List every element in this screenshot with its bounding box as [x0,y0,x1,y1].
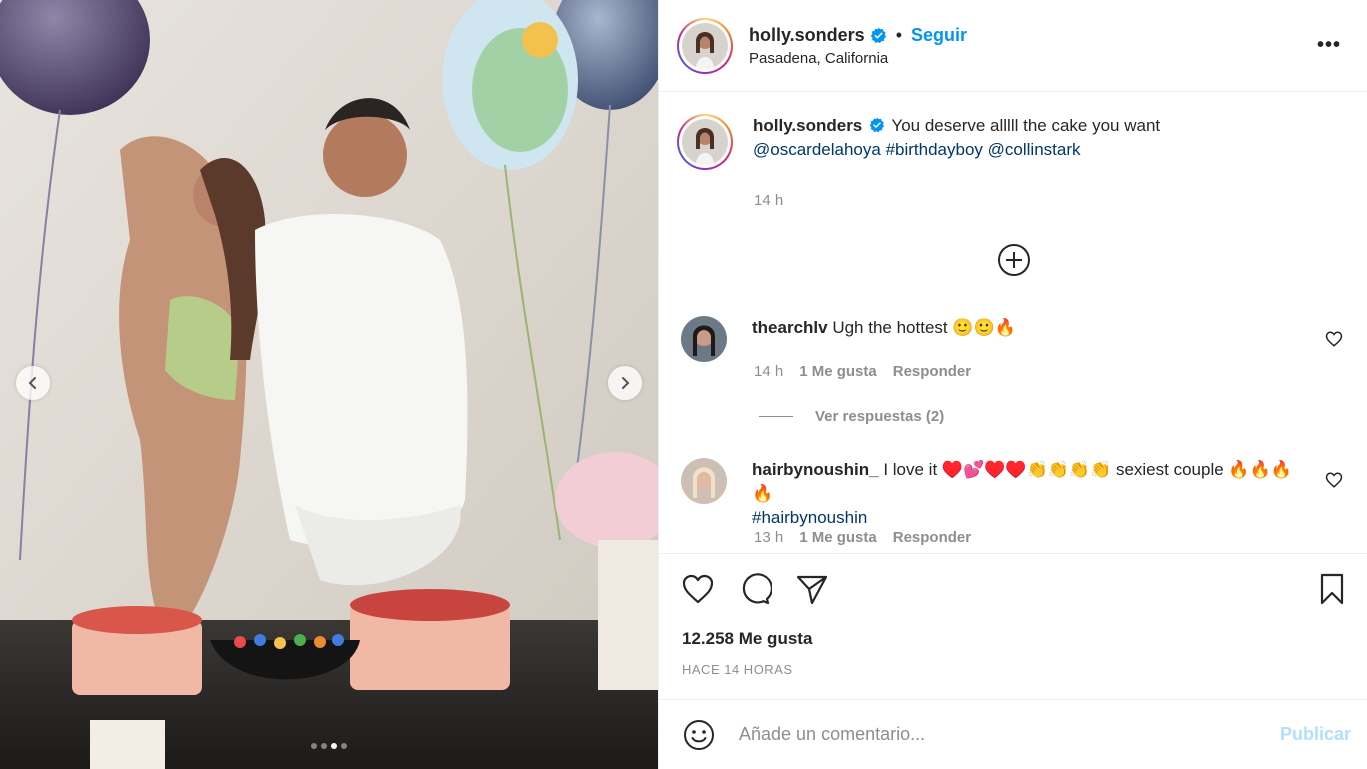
caption-time: 14 h [754,192,784,209]
comment-icon[interactable] [738,572,772,606]
post-actions: 12.258 Me gusta HACE 14 HORAS [659,553,1367,699]
caption-username[interactable]: holly.sonders [753,116,862,135]
post-caption: holly.sonders You deserve alllll the cak… [677,114,1313,170]
comment-text: Ugh the hottest 🙂🙂🔥 [832,318,1016,337]
caption-avatar-image [682,119,728,165]
caption-avatar[interactable] [677,114,733,170]
post-timestamp[interactable]: HACE 14 HORAS [682,662,793,677]
author-username[interactable]: holly.sonders [749,25,865,46]
more-options-icon[interactable]: ••• [1317,34,1341,57]
comment-likes[interactable]: 1 Me gusta [799,363,877,380]
commenter-avatar[interactable] [681,458,727,504]
comment-username[interactable]: hairbynoushin_ [752,460,879,479]
comment-likes[interactable]: 1 Me gusta [799,529,877,546]
heart-icon[interactable] [1325,471,1343,489]
verified-badge-icon [869,117,885,133]
chevron-left-icon [28,377,36,389]
author-avatar[interactable] [677,17,733,74]
emoji-icon[interactable] [683,719,715,751]
comment-meta: 14 h 1 Me gusta Responder [754,363,971,380]
reply-button[interactable]: Responder [893,363,971,380]
author-avatar-image [682,22,728,69]
caption-hashtag[interactable]: #birthdayboy [886,140,983,159]
likes-count[interactable]: 12.258 Me gusta [682,629,812,649]
post-media[interactable] [0,0,658,769]
carousel-dot-active [331,743,337,749]
caption-mention[interactable]: @oscardelahoya [753,140,881,159]
comment-time: 14 h [754,363,784,380]
comment-meta: 13 h 1 Me gusta Responder [754,529,971,546]
post-photo [0,0,658,769]
bookmark-icon[interactable] [1315,572,1349,606]
view-replies-button[interactable]: Ver respuestas (2) [759,408,944,425]
comment-item: thearchlv Ugh the hottest 🙂🙂🔥 [681,316,1292,362]
post-location[interactable]: Pasadena, California [749,50,967,67]
caption-text: You deserve alllll the cake you want [891,116,1161,135]
replies-divider [759,416,793,417]
comment-composer: Publicar [659,699,1367,769]
comment-time: 13 h [754,529,784,546]
heart-icon[interactable] [681,572,715,606]
carousel-indicator [0,743,658,749]
carousel-prev-button[interactable] [16,366,50,400]
heart-icon[interactable] [1325,330,1343,348]
caption-mention[interactable]: @collinstark [988,140,1081,159]
follow-button[interactable]: Seguir [911,25,967,46]
comment-username[interactable]: thearchlv [752,318,828,337]
carousel-dot [311,743,317,749]
comment-input[interactable] [739,724,1280,745]
commenter-avatar[interactable] [681,316,727,362]
carousel-dot [341,743,347,749]
header-separator: • [895,24,903,45]
view-replies-label: Ver respuestas (2) [815,408,945,425]
reply-button[interactable]: Responder [893,529,971,546]
share-icon[interactable] [795,572,829,606]
plus-circle-icon[interactable] [997,243,1031,277]
comments-section[interactable]: holly.sonders You deserve alllll the cak… [659,92,1367,553]
chevron-right-icon [622,377,630,389]
publish-button[interactable]: Publicar [1280,724,1351,745]
carousel-dot [321,743,327,749]
carousel-next-button[interactable] [608,366,642,400]
post-sidebar: holly.sonders • Seguir Pasadena, Califor… [658,0,1367,769]
comment-hashtag[interactable]: #hairbynoushin [752,508,867,527]
verified-badge-icon [870,27,886,43]
comment-item: hairbynoushin_ I love it ♥️💕♥️♥️👏👏👏👏 sex… [681,458,1292,530]
instagram-post-view: holly.sonders • Seguir Pasadena, Califor… [0,0,1367,769]
post-header: holly.sonders • Seguir Pasadena, Califor… [659,0,1367,92]
